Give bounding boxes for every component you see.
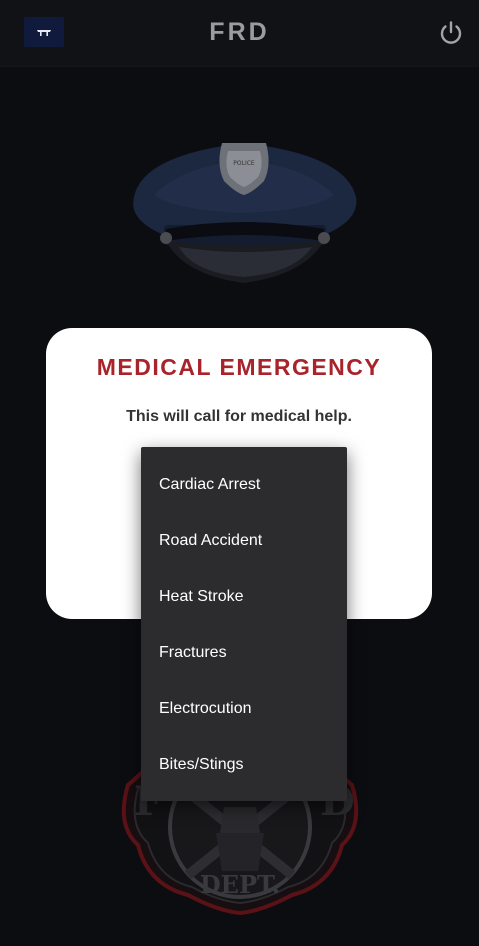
emergency-type-dropdown: Cardiac Arrest Road Accident Heat Stroke… [141,447,347,801]
app-header: FRD [0,0,479,67]
option-fractures[interactable]: Fractures [141,625,347,681]
dialog-title: MEDICAL EMERGENCY [96,354,382,380]
app-title: FRD [209,18,270,46]
option-electrocution[interactable]: Electrocution [141,681,347,737]
power-icon[interactable] [437,19,465,47]
emblem-dept-text: DEPT. [200,870,280,899]
option-road-accident[interactable]: Road Accident [141,513,347,569]
police-hat-illustration: POLICE [124,125,364,295]
dialog-message: This will call for medical help. [126,408,352,425]
option-bites-stings[interactable]: Bites/Stings [141,737,347,793]
option-cardiac-arrest[interactable]: Cardiac Arrest [141,457,347,513]
badge-text: POLICE [233,160,255,167]
option-heat-stroke[interactable]: Heat Stroke [141,569,347,625]
